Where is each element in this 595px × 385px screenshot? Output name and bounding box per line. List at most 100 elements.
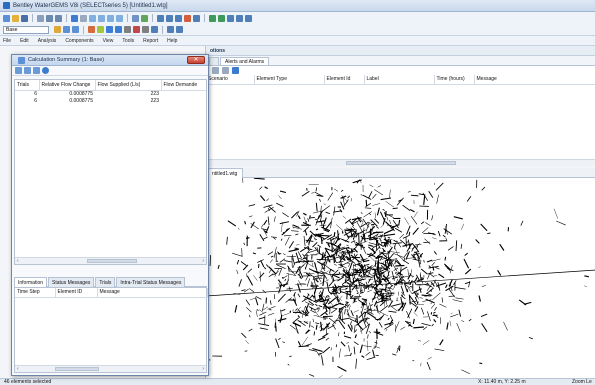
pipe-segment[interactable]	[455, 240, 458, 252]
horizontal-scrollbar[interactable]	[206, 159, 595, 166]
network-drawing-canvas[interactable]	[206, 178, 595, 378]
pipe-segment[interactable]	[408, 279, 411, 283]
pipe-segment[interactable]	[384, 260, 387, 269]
menu-help[interactable]: Help	[167, 38, 177, 44]
pipe-segment[interactable]	[263, 236, 268, 240]
pipe-segment[interactable]	[400, 266, 408, 271]
scroll-left-icon[interactable]: ‹	[17, 366, 19, 372]
pipe-segment[interactable]	[466, 196, 472, 202]
pipe-segment[interactable]	[279, 221, 290, 225]
new-file-icon[interactable]	[3, 14, 10, 22]
pipe-segment[interactable]	[392, 242, 402, 245]
pipe-segment[interactable]	[454, 287, 466, 290]
pipe-segment[interactable]	[340, 189, 344, 192]
pipe-segment[interactable]	[291, 211, 299, 219]
spot-elevation-icon[interactable]	[151, 26, 158, 33]
pipe-segment[interactable]	[391, 303, 401, 307]
help-icon[interactable]	[232, 67, 239, 74]
pipe-segment[interactable]	[317, 309, 320, 313]
pipe-segment[interactable]	[295, 308, 298, 311]
pipe-segment[interactable]	[303, 212, 307, 216]
pipe-segment[interactable]	[309, 321, 311, 328]
pipe-segment[interactable]	[279, 190, 287, 194]
pipe-segment[interactable]	[449, 320, 452, 327]
pipe-segment[interactable]	[248, 204, 256, 207]
pipe-segment[interactable]	[245, 299, 251, 306]
pipe-segment[interactable]	[347, 195, 351, 199]
pipe-segment[interactable]	[297, 340, 301, 347]
pipe-segment[interactable]	[433, 319, 437, 323]
table-row[interactable]: 6 0.0008775 223	[15, 90, 206, 97]
close-button[interactable]: ✕	[187, 56, 205, 64]
pipe-segment[interactable]	[377, 185, 382, 188]
pipe-segment[interactable]	[435, 182, 444, 191]
pipe-segment[interactable]	[249, 314, 251, 318]
pipe-segment[interactable]	[265, 297, 268, 304]
pipe-segment[interactable]	[385, 221, 393, 229]
pipe-segment[interactable]	[497, 269, 502, 276]
pipe-segment[interactable]	[288, 248, 299, 253]
pipe-segment[interactable]	[280, 308, 286, 312]
pipe-segment[interactable]	[425, 222, 431, 227]
pan-icon[interactable]	[80, 14, 87, 22]
pipe-segment[interactable]	[374, 341, 378, 344]
pipe-segment[interactable]	[241, 332, 247, 339]
pipe-segment[interactable]	[368, 331, 372, 334]
pipe-segment[interactable]	[389, 189, 391, 199]
pipe-segment[interactable]	[334, 263, 337, 266]
pipe-segment[interactable]	[258, 316, 265, 320]
pipe-segment[interactable]	[325, 211, 331, 215]
pipe-segment[interactable]	[259, 186, 263, 190]
horizontal-scrollbar[interactable]: ‹ ›	[15, 365, 206, 372]
pipe-segment[interactable]	[337, 365, 347, 372]
pipe-segment[interactable]	[346, 342, 349, 344]
report-icon[interactable]	[15, 67, 22, 74]
pipe-segment[interactable]	[352, 237, 357, 247]
copy-icon[interactable]	[24, 67, 31, 74]
pipe-segment[interactable]	[447, 267, 454, 272]
pipe-segment[interactable]	[584, 285, 587, 288]
pipe-segment[interactable]	[325, 295, 328, 298]
pipe-segment[interactable]	[447, 246, 454, 251]
pipe-segment[interactable]	[420, 221, 425, 225]
pipe-segment[interactable]	[360, 212, 363, 215]
pipe-segment[interactable]	[288, 286, 291, 292]
pipe-segment[interactable]	[392, 353, 397, 356]
pipe-segment[interactable]	[361, 298, 367, 301]
pipe-segment[interactable]	[323, 296, 332, 300]
pipe-segment[interactable]	[419, 297, 423, 299]
pipe-segment[interactable]	[311, 192, 315, 194]
menu-view[interactable]: View	[103, 38, 114, 44]
menu-report[interactable]: Report	[143, 38, 158, 44]
pipe-segment[interactable]	[310, 285, 319, 287]
layout-icon[interactable]	[132, 14, 139, 22]
column-header[interactable]: Message	[97, 288, 208, 298]
pipe-segment[interactable]	[333, 206, 336, 216]
pipe-segment[interactable]	[232, 252, 243, 257]
pipe-segment[interactable]	[431, 323, 434, 327]
pipe-segment[interactable]	[373, 345, 381, 349]
pipe-segment[interactable]	[369, 184, 374, 188]
pipe-segment[interactable]	[346, 291, 348, 300]
pipe-segment[interactable]	[267, 216, 270, 226]
open-folder-icon[interactable]	[12, 14, 19, 22]
pipe-segment[interactable]	[333, 188, 339, 192]
pipe-segment[interactable]	[303, 235, 306, 247]
flextables-icon[interactable]	[193, 14, 200, 22]
pipe-segment[interactable]	[308, 306, 316, 311]
pipe-segment[interactable]	[363, 260, 366, 262]
pipe-segment[interactable]	[364, 308, 367, 310]
pipe-segment[interactable]	[434, 275, 438, 277]
pipe-segment[interactable]	[335, 296, 339, 299]
column-header[interactable]: Time (hours)	[434, 75, 475, 85]
pipe-segment[interactable]	[243, 242, 246, 246]
pipe-segment[interactable]	[458, 309, 462, 317]
pipe-segment[interactable]	[297, 293, 301, 298]
pipe-segment[interactable]	[236, 269, 239, 275]
pipe-segment[interactable]	[350, 294, 354, 298]
pipe-segment[interactable]	[273, 216, 276, 222]
pipe-segment[interactable]	[356, 222, 363, 232]
pipe-segment[interactable]	[217, 264, 220, 270]
pipe-segment[interactable]	[238, 227, 240, 230]
pipe-segment[interactable]	[461, 320, 465, 322]
